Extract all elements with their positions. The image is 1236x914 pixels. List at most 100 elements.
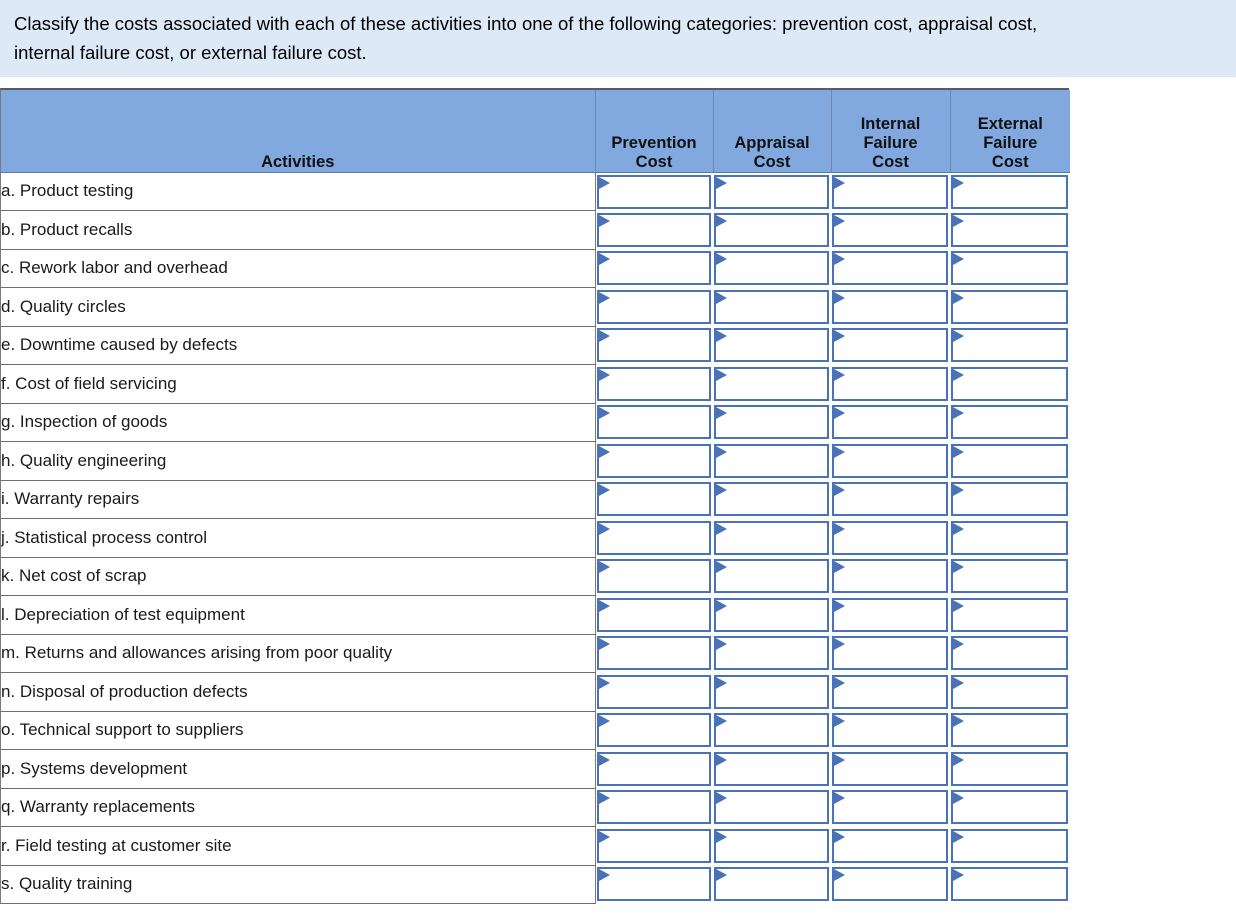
dropdown-appraisal-cost[interactable] xyxy=(714,559,829,594)
table-row: r. Field testing at customer site xyxy=(1,826,1070,866)
dropdown-external-failure-cost[interactable] xyxy=(951,674,1068,709)
dropdown-internal-failure-cost[interactable] xyxy=(832,713,948,748)
dropdown-appraisal-cost[interactable] xyxy=(714,251,829,286)
dropdown-prevention-cost[interactable] xyxy=(596,828,711,863)
dropdown-external-failure-cost[interactable] xyxy=(951,174,1068,209)
dropdown-prevention-cost[interactable] xyxy=(596,751,711,786)
dropdown-external-failure-cost[interactable] xyxy=(951,597,1068,632)
cell-external-failure-cost xyxy=(950,172,1070,211)
dropdown-internal-failure-cost[interactable] xyxy=(832,443,948,478)
dropdown-internal-failure-cost[interactable] xyxy=(832,751,948,786)
activity-label: g. Inspection of goods xyxy=(1,403,596,442)
activity-label: c. Rework labor and overhead xyxy=(1,249,596,288)
dropdown-internal-failure-cost[interactable] xyxy=(832,366,948,401)
cell-appraisal-cost xyxy=(713,750,831,789)
dropdown-internal-failure-cost[interactable] xyxy=(832,289,948,324)
dropdown-external-failure-cost[interactable] xyxy=(951,443,1068,478)
dropdown-external-failure-cost[interactable] xyxy=(951,828,1068,863)
dropdown-appraisal-cost[interactable] xyxy=(714,289,829,324)
dropdown-external-failure-cost[interactable] xyxy=(951,289,1068,324)
cell-prevention-cost xyxy=(595,172,713,211)
dropdown-appraisal-cost[interactable] xyxy=(714,482,829,517)
dropdown-appraisal-cost[interactable] xyxy=(714,790,829,825)
caret-right-icon xyxy=(834,291,845,304)
dropdown-external-failure-cost[interactable] xyxy=(951,520,1068,555)
dropdown-prevention-cost[interactable] xyxy=(596,405,711,440)
dropdown-prevention-cost[interactable] xyxy=(596,790,711,825)
dropdown-external-failure-cost[interactable] xyxy=(951,867,1068,902)
dropdown-prevention-cost[interactable] xyxy=(596,597,711,632)
dropdown-external-failure-cost[interactable] xyxy=(951,212,1068,247)
dropdown-appraisal-cost[interactable] xyxy=(714,674,829,709)
dropdown-appraisal-cost[interactable] xyxy=(714,828,829,863)
dropdown-internal-failure-cost[interactable] xyxy=(832,212,948,247)
dropdown-prevention-cost[interactable] xyxy=(596,520,711,555)
cell-prevention-cost xyxy=(595,788,713,827)
dropdown-internal-failure-cost[interactable] xyxy=(832,251,948,286)
dropdown-internal-failure-cost[interactable] xyxy=(832,328,948,363)
dropdown-appraisal-cost[interactable] xyxy=(714,443,829,478)
cell-external-failure-cost xyxy=(950,519,1070,558)
dropdown-prevention-cost[interactable] xyxy=(596,212,711,247)
dropdown-prevention-cost[interactable] xyxy=(596,636,711,671)
dropdown-prevention-cost[interactable] xyxy=(596,674,711,709)
dropdown-internal-failure-cost[interactable] xyxy=(832,597,948,632)
activity-label: a. Product testing xyxy=(1,172,596,211)
dropdown-prevention-cost[interactable] xyxy=(596,443,711,478)
dropdown-appraisal-cost[interactable] xyxy=(714,867,829,902)
dropdown-internal-failure-cost[interactable] xyxy=(832,482,948,517)
dropdown-internal-failure-cost[interactable] xyxy=(832,520,948,555)
dropdown-internal-failure-cost[interactable] xyxy=(832,636,948,671)
dropdown-internal-failure-cost[interactable] xyxy=(832,674,948,709)
dropdown-internal-failure-cost[interactable] xyxy=(832,174,948,209)
dropdown-prevention-cost[interactable] xyxy=(596,366,711,401)
caret-right-icon xyxy=(598,522,610,535)
caret-right-icon xyxy=(834,407,845,420)
dropdown-external-failure-cost[interactable] xyxy=(951,559,1068,594)
dropdown-internal-failure-cost[interactable] xyxy=(832,867,948,902)
dropdown-internal-failure-cost[interactable] xyxy=(832,405,948,440)
dropdown-prevention-cost[interactable] xyxy=(596,482,711,517)
dropdown-appraisal-cost[interactable] xyxy=(714,636,829,671)
dropdown-external-failure-cost[interactable] xyxy=(951,366,1068,401)
dropdown-prevention-cost[interactable] xyxy=(596,867,711,902)
cell-prevention-cost xyxy=(595,750,713,789)
activity-label: h. Quality engineering xyxy=(1,441,596,481)
caret-right-icon xyxy=(953,445,964,458)
dropdown-appraisal-cost[interactable] xyxy=(714,597,829,632)
column-header-prevention-cost: Prevention Cost xyxy=(595,90,714,173)
dropdown-external-failure-cost[interactable] xyxy=(951,636,1068,671)
dropdown-prevention-cost[interactable] xyxy=(596,559,711,594)
dropdown-appraisal-cost[interactable] xyxy=(714,713,829,748)
dropdown-external-failure-cost[interactable] xyxy=(951,713,1068,748)
caret-right-icon xyxy=(598,792,610,805)
dropdown-prevention-cost[interactable] xyxy=(596,251,711,286)
dropdown-prevention-cost[interactable] xyxy=(596,289,711,324)
dropdown-external-failure-cost[interactable] xyxy=(951,405,1068,440)
dropdown-external-failure-cost[interactable] xyxy=(951,751,1068,786)
caret-right-icon xyxy=(716,214,727,227)
dropdown-appraisal-cost[interactable] xyxy=(714,328,829,363)
activity-label: n. Disposal of production defects xyxy=(1,672,596,712)
dropdown-prevention-cost[interactable] xyxy=(596,713,711,748)
header-internal-line-3: Cost xyxy=(872,152,909,171)
cell-prevention-cost xyxy=(595,403,713,442)
dropdown-appraisal-cost[interactable] xyxy=(714,405,829,440)
dropdown-prevention-cost[interactable] xyxy=(596,328,711,363)
dropdown-external-failure-cost[interactable] xyxy=(951,482,1068,517)
dropdown-appraisal-cost[interactable] xyxy=(714,212,829,247)
dropdown-internal-failure-cost[interactable] xyxy=(832,559,948,594)
dropdown-appraisal-cost[interactable] xyxy=(714,366,829,401)
dropdown-external-failure-cost[interactable] xyxy=(951,790,1068,825)
dropdown-external-failure-cost[interactable] xyxy=(951,328,1068,363)
dropdown-appraisal-cost[interactable] xyxy=(714,174,829,209)
dropdown-external-failure-cost[interactable] xyxy=(951,251,1068,286)
dropdown-appraisal-cost[interactable] xyxy=(714,751,829,786)
caret-right-icon xyxy=(716,176,727,189)
caret-right-icon xyxy=(953,869,964,882)
cell-appraisal-cost xyxy=(713,211,831,250)
dropdown-internal-failure-cost[interactable] xyxy=(832,790,948,825)
dropdown-appraisal-cost[interactable] xyxy=(714,520,829,555)
dropdown-prevention-cost[interactable] xyxy=(596,174,711,209)
dropdown-internal-failure-cost[interactable] xyxy=(832,828,948,863)
